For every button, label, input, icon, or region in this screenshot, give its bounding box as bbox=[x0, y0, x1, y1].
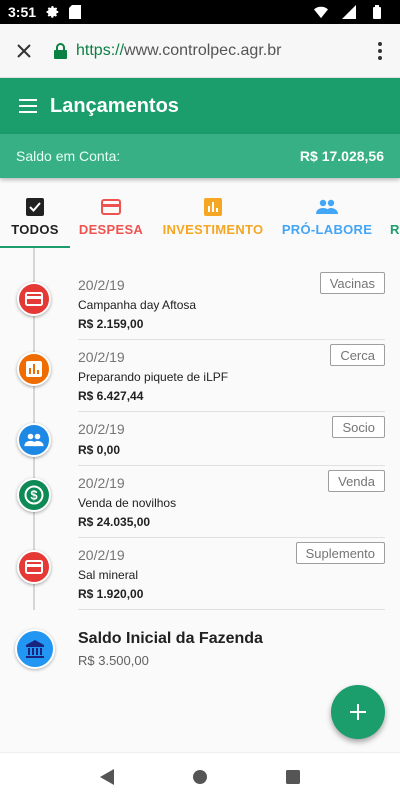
list-item[interactable]: 20/2/19 Preparando piquete de iLPF R$ 6.… bbox=[0, 340, 400, 412]
url-scheme: https:// bbox=[76, 41, 125, 59]
overflow-menu-icon[interactable] bbox=[360, 29, 400, 73]
entry-amount: R$ 6.427,44 bbox=[78, 389, 144, 403]
category-tabs: TODOS DESPESA INVESTIMENTO PRÓ-LABORE R bbox=[0, 184, 400, 248]
entry-date: 20/2/19 bbox=[78, 349, 125, 365]
entry-description: Sal mineral bbox=[78, 568, 139, 582]
people-icon bbox=[316, 196, 338, 218]
tab-despesa[interactable]: DESPESA bbox=[70, 184, 152, 248]
url-bar[interactable]: https://www.controlpec.agr.br bbox=[76, 42, 281, 60]
home-icon[interactable] bbox=[180, 757, 220, 797]
tab-investimento[interactable]: INVESTIMENTO bbox=[152, 184, 274, 248]
svg-text:$: $ bbox=[30, 488, 38, 503]
account-balance-bar: Saldo em Conta: R$ 17.028,56 bbox=[0, 134, 400, 178]
recents-icon[interactable] bbox=[273, 757, 313, 797]
entry-tag: Cerca bbox=[330, 344, 385, 366]
url-host: www.controlpec.agr.br bbox=[124, 41, 282, 59]
tab-label: INVESTIMENTO bbox=[162, 221, 264, 237]
add-entry-button[interactable] bbox=[331, 685, 385, 739]
entry-tag: Vacinas bbox=[319, 272, 385, 294]
status-bar: 3:51 bbox=[0, 0, 400, 24]
list-item[interactable]: 20/2/19 R$ 0,00 Socio bbox=[0, 412, 400, 466]
entry-tag: Venda bbox=[328, 470, 385, 492]
tab-pro-labore[interactable]: PRÓ-LABORE bbox=[274, 184, 380, 248]
entry-description: Venda de novilhos bbox=[78, 496, 177, 510]
bar-chart-icon bbox=[202, 196, 224, 218]
entry-tag: Socio bbox=[332, 416, 385, 438]
tab-receita-partial[interactable]: R bbox=[380, 184, 400, 248]
tab-label: R bbox=[390, 221, 400, 237]
entry-date: 20/2/19 bbox=[78, 547, 125, 563]
entry-amount: R$ 2.159,00 bbox=[78, 317, 144, 331]
initial-balance-item: Saldo Inicial da Fazenda R$ 3.500,00 bbox=[0, 618, 400, 678]
gear-icon bbox=[46, 5, 60, 19]
tab-label: PRÓ-LABORE bbox=[281, 221, 373, 237]
bank-icon bbox=[15, 629, 55, 669]
bar-chart-icon bbox=[17, 352, 51, 386]
entry-description: Preparando piquete de iLPF bbox=[78, 370, 229, 384]
dollar-icon: $ bbox=[17, 478, 51, 512]
tab-todos[interactable]: TODOS bbox=[0, 184, 70, 248]
close-icon[interactable] bbox=[2, 29, 46, 73]
sd-card-icon bbox=[68, 5, 82, 19]
wifi-icon bbox=[314, 5, 328, 19]
balance-value: R$ 17.028,56 bbox=[299, 148, 384, 164]
balance-label: Saldo em Conta: bbox=[16, 148, 121, 164]
entry-date: 20/2/19 bbox=[78, 421, 125, 437]
status-time: 3:51 bbox=[8, 4, 37, 20]
divider bbox=[78, 609, 385, 610]
credit-card-icon bbox=[17, 282, 51, 316]
page-title: Lançamentos bbox=[50, 94, 179, 117]
browser-toolbar: https://www.controlpec.agr.br bbox=[0, 24, 400, 78]
list-item[interactable]: $ 20/2/19 Venda de novilhos R$ 24.035,00… bbox=[0, 466, 400, 538]
entry-tag: Suplemento bbox=[295, 542, 385, 564]
tab-label: TODOS bbox=[11, 221, 59, 237]
entry-date: 20/2/19 bbox=[78, 475, 125, 491]
initial-balance-value: R$ 3.500,00 bbox=[78, 653, 149, 668]
entries-list: 20/2/19 Campanha day Aftosa R$ 2.159,00 … bbox=[0, 248, 400, 698]
initial-balance-title: Saldo Inicial da Fazenda bbox=[78, 630, 263, 647]
credit-card-icon bbox=[17, 550, 51, 584]
plus-icon bbox=[350, 704, 366, 720]
tab-label: DESPESA bbox=[78, 221, 144, 237]
checkbox-icon bbox=[24, 196, 46, 218]
hamburger-menu-icon[interactable] bbox=[8, 86, 48, 126]
list-item[interactable]: 20/2/19 Sal mineral R$ 1.920,00 Suplemen… bbox=[0, 538, 400, 610]
entry-amount: R$ 24.035,00 bbox=[78, 515, 151, 529]
entry-date: 20/2/19 bbox=[78, 277, 125, 293]
signal-icon bbox=[342, 5, 356, 19]
lock-icon bbox=[54, 41, 70, 61]
battery-icon bbox=[370, 5, 384, 19]
entry-amount: R$ 1.920,00 bbox=[78, 587, 144, 601]
back-icon[interactable] bbox=[87, 757, 127, 797]
entry-description: Campanha day Aftosa bbox=[78, 298, 197, 312]
people-icon bbox=[17, 423, 51, 457]
credit-card-icon bbox=[100, 196, 122, 218]
app-bar: Lançamentos bbox=[0, 78, 400, 134]
list-item[interactable]: 20/2/19 Campanha day Aftosa R$ 2.159,00 … bbox=[0, 268, 400, 340]
entry-amount: R$ 0,00 bbox=[78, 443, 121, 457]
system-nav-bar bbox=[0, 752, 400, 800]
